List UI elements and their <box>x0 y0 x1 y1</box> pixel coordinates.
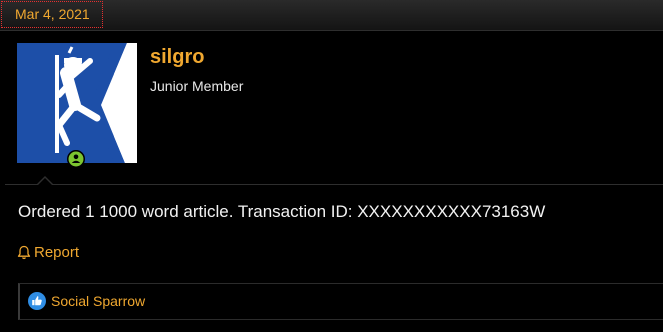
like-icon <box>28 292 46 310</box>
post-message: Ordered 1 1000 word article. Transaction… <box>18 202 546 221</box>
post-date-link[interactable]: Mar 4, 2021 <box>1 1 103 28</box>
username-link[interactable]: silgro <box>150 46 204 69</box>
climber-avatar-icon <box>17 43 137 163</box>
user-title: Junior Member <box>150 78 244 94</box>
reactions-bar: Social Sparrow <box>18 283 663 320</box>
online-status-icon <box>67 150 85 168</box>
post-divider <box>5 184 663 185</box>
post-date-bar: Mar 4, 2021 <box>0 0 663 31</box>
report-label: Report <box>34 244 80 261</box>
user-avatar[interactable] <box>17 43 137 163</box>
report-link[interactable]: Report <box>17 244 79 261</box>
reaction-user-link[interactable]: Social Sparrow <box>51 293 145 309</box>
bell-icon <box>17 245 31 260</box>
post-arrow-notch-fill <box>37 178 53 186</box>
